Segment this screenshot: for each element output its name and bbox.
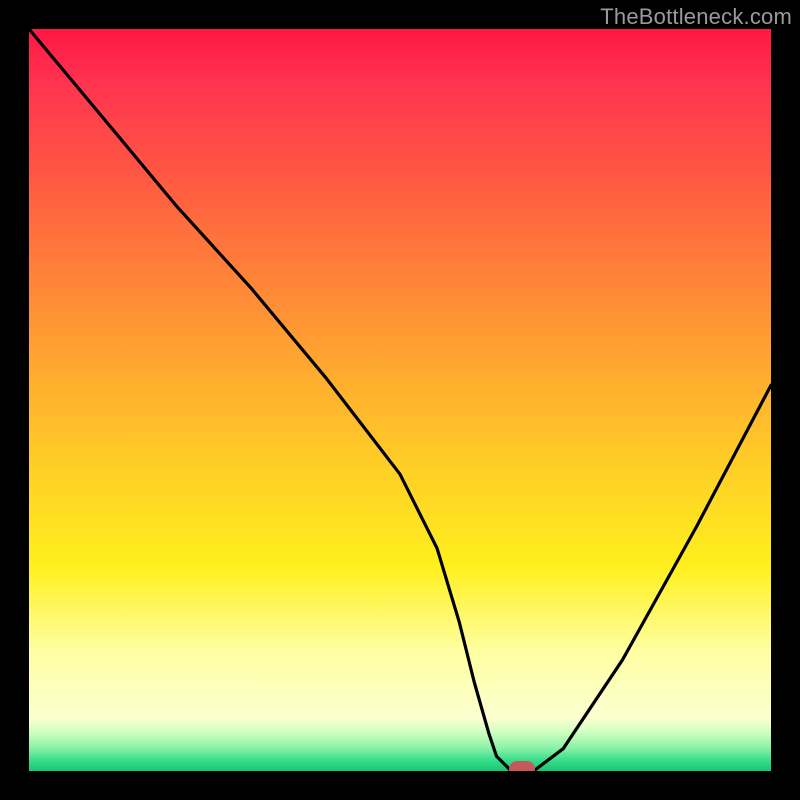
optimal-marker (509, 761, 535, 771)
watermark-text: TheBottleneck.com (600, 4, 792, 30)
chart-frame: TheBottleneck.com (0, 0, 800, 800)
bottleneck-curve (29, 29, 771, 771)
plot-area (29, 29, 771, 771)
